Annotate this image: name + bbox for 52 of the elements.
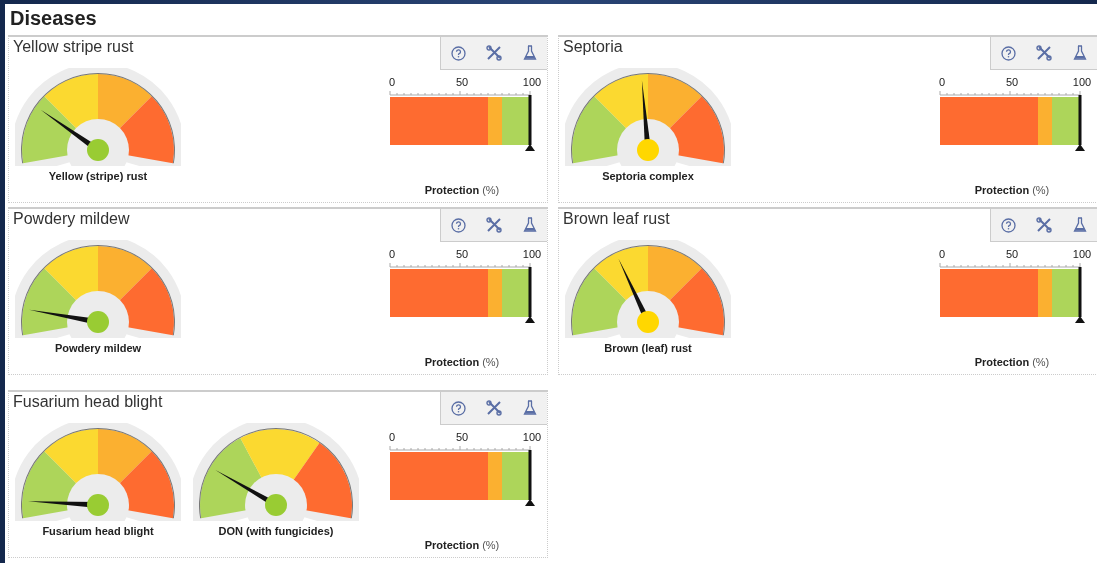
tools-icon — [486, 45, 502, 61]
tools-button[interactable] — [483, 215, 505, 235]
tools-icon — [1036, 45, 1052, 61]
help-icon — [1000, 217, 1016, 233]
gauge-label: Septoria complex — [602, 170, 694, 182]
page-title: Diseases — [9, 6, 97, 31]
scale-label: 100 — [522, 76, 542, 88]
scale-label: 100 — [1072, 76, 1092, 88]
flask-icon — [1073, 45, 1087, 61]
scale-label: 0 — [388, 248, 396, 260]
help-icon — [1000, 45, 1016, 61]
scale-label: 100 — [522, 431, 542, 443]
help-icon — [450, 45, 466, 61]
axis-label: Protection (%) — [974, 356, 1050, 368]
panel-title: Septoria — [562, 37, 623, 56]
tools-button[interactable] — [1033, 215, 1055, 235]
tools-icon — [486, 400, 502, 416]
tools-button[interactable] — [483, 43, 505, 63]
axis-label: Protection (%) — [424, 184, 500, 196]
scale-label: 50 — [1005, 76, 1019, 88]
panel-title: Brown leaf rust — [562, 209, 670, 228]
scale-label: 0 — [938, 248, 946, 260]
gauge-label: DON (with fungicides) — [218, 525, 334, 537]
flask-icon — [523, 217, 537, 233]
tools-button[interactable] — [1033, 43, 1055, 63]
scale-label: 0 — [388, 76, 396, 88]
scale-label: 50 — [455, 431, 469, 443]
gauge-label: Brown (leaf) rust — [604, 342, 692, 354]
axis-label: Protection (%) — [424, 356, 500, 368]
gauge-label: Yellow (stripe) rust — [48, 170, 148, 182]
scale-label: 50 — [455, 248, 469, 260]
axis-label: Protection (%) — [974, 184, 1050, 196]
gauge-label: Fusarium head blight — [42, 525, 154, 537]
scale-label: 100 — [1072, 248, 1092, 260]
panel-title: Powdery mildew — [12, 209, 130, 228]
scale-label: 50 — [1005, 248, 1019, 260]
gauge-label: Powdery mildew — [54, 342, 142, 354]
help-icon — [450, 217, 466, 233]
flask-icon — [1073, 217, 1087, 233]
axis-label: Protection (%) — [424, 539, 500, 551]
tools-button[interactable] — [483, 398, 505, 418]
scale-label: 100 — [522, 248, 542, 260]
scale-label: 0 — [938, 76, 946, 88]
scale-label: 50 — [455, 76, 469, 88]
panel-title: Yellow stripe rust — [12, 37, 134, 56]
tools-icon — [486, 217, 502, 233]
panel-title: Fusarium head blight — [12, 392, 163, 411]
flask-icon — [523, 45, 537, 61]
scale-label: 0 — [388, 431, 396, 443]
flask-icon — [523, 400, 537, 416]
tools-icon — [1036, 217, 1052, 233]
help-icon — [450, 400, 466, 416]
